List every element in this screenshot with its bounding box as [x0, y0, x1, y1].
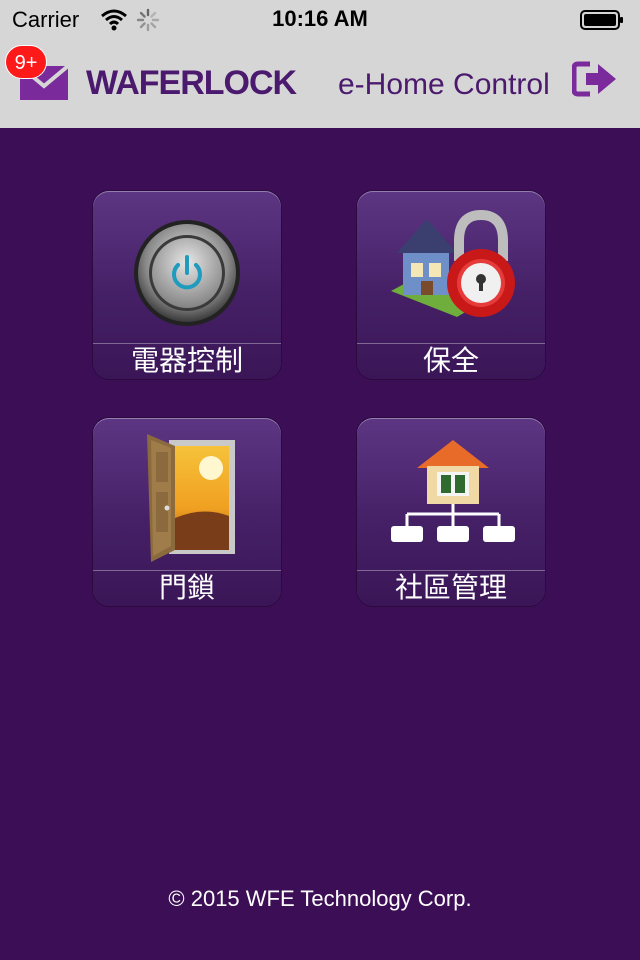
tile-door-lock[interactable]: 門鎖	[93, 418, 281, 606]
open-door-icon	[147, 434, 235, 562]
tile-label: 社區管理	[394, 571, 507, 604]
power-button-icon	[134, 220, 240, 326]
notification-badge[interactable]: 9+	[5, 45, 47, 79]
app-subtitle: e-Home Control	[338, 68, 550, 101]
tile-label: 保全	[422, 344, 479, 377]
status-bar: Carrier 10:16 AM	[0, 0, 640, 40]
tile-label: 門鎖	[158, 571, 215, 604]
tile-label: 電器控制	[130, 344, 243, 377]
tile-community-management[interactable]: 社區管理	[357, 418, 545, 606]
house-lock-icon	[391, 209, 515, 317]
tile-security[interactable]: 保全	[357, 191, 545, 379]
brand-logo: WAFERLOCK	[86, 64, 297, 102]
tile-appliance-control[interactable]: 電器控制	[93, 191, 281, 379]
copyright-footer: © 2015 WFE Technology Corp.	[168, 886, 472, 911]
logout-icon[interactable]	[572, 60, 618, 98]
community-tree-icon	[391, 440, 515, 542]
battery-icon	[580, 10, 623, 30]
status-time: 10:16 AM	[272, 6, 368, 31]
app-header: 9+ WAFERLOCK e-Home Control	[0, 40, 640, 128]
